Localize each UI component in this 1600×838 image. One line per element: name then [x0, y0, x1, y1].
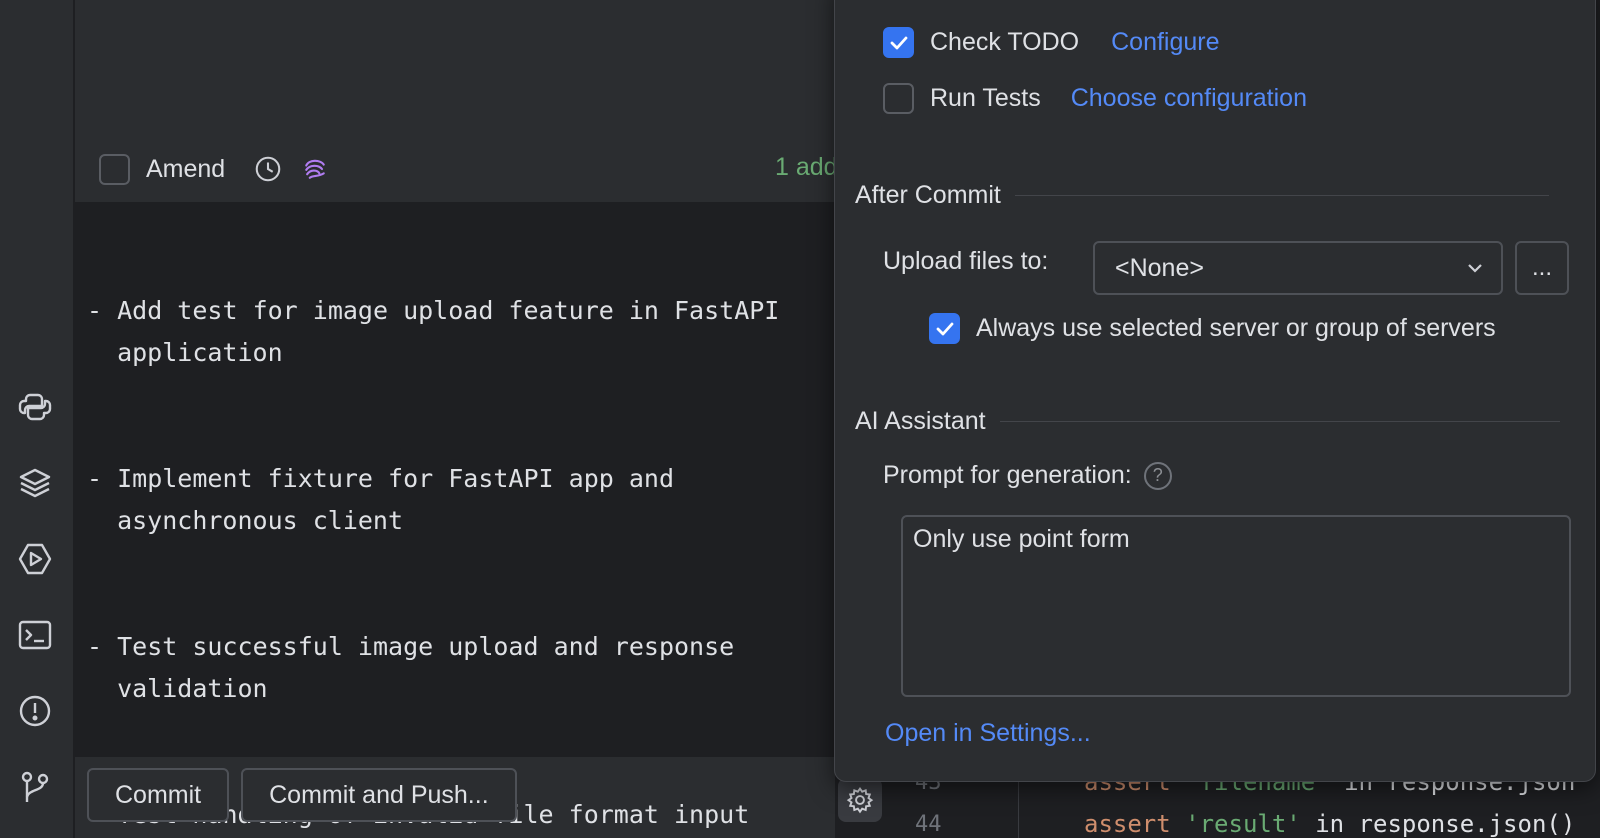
- upload-server-select[interactable]: <None>: [1093, 241, 1503, 295]
- commit-message-line: - Add test for image upload feature in F…: [87, 296, 780, 367]
- prompt-label: Prompt for generation:: [883, 461, 1132, 489]
- always-use-checkbox[interactable]: [929, 313, 960, 344]
- commit-panel: Amend 1 add - Add test for image upload …: [75, 0, 838, 838]
- ai-assistant-title: AI Assistant: [855, 407, 986, 435]
- changes-count[interactable]: 1 add: [775, 153, 838, 182]
- commit-and-push-button[interactable]: Commit and Push...: [241, 768, 517, 822]
- configure-link[interactable]: Configure: [1111, 28, 1219, 57]
- amend-row: Amend: [99, 152, 331, 186]
- commit-options-gear-button[interactable]: [838, 778, 882, 822]
- help-icon[interactable]: ?: [1143, 461, 1172, 490]
- run-tests-label: Run Tests: [930, 84, 1041, 112]
- amend-label: Amend: [146, 154, 226, 183]
- upload-files-label: Upload files to:: [883, 247, 1049, 275]
- commit-buttons: Commit Commit and Push...: [87, 768, 517, 822]
- upload-files-label-row: Upload files to:: [883, 247, 1048, 276]
- open-settings-row: Open in Settings...: [885, 719, 1091, 748]
- prompt-textarea[interactable]: Only use point form: [901, 515, 1571, 697]
- check-todo-row: Check TODO Configure: [883, 27, 1220, 58]
- prompt-label-row: Prompt for generation: ?: [883, 461, 1172, 490]
- check-todo-checkbox[interactable]: [883, 27, 914, 58]
- checkmark-icon: [890, 36, 907, 49]
- browse-servers-button[interactable]: ...: [1515, 241, 1569, 295]
- problems-icon[interactable]: [15, 691, 55, 731]
- section-divider: [1014, 195, 1549, 196]
- upload-server-value: <None>: [1115, 253, 1204, 282]
- chevron-down-icon: [1468, 264, 1482, 273]
- amend-checkbox[interactable]: [99, 153, 130, 185]
- code-keyword: assert: [1084, 810, 1171, 838]
- python-console-icon[interactable]: [15, 387, 55, 427]
- code-string: 'result': [1170, 810, 1301, 838]
- check-todo-label: Check TODO: [930, 28, 1080, 56]
- commit-button[interactable]: Commit: [87, 768, 230, 822]
- always-use-row: Always use selected server or group of s…: [929, 313, 1496, 344]
- git-branch-icon[interactable]: [15, 767, 55, 807]
- open-in-settings-link[interactable]: Open in Settings...: [885, 719, 1091, 748]
- terminal-icon[interactable]: [15, 615, 55, 655]
- gear-icon: [846, 786, 874, 814]
- after-commit-title: After Commit: [855, 181, 1001, 209]
- run-icon[interactable]: [15, 539, 55, 579]
- ai-generate-message-icon[interactable]: [299, 153, 331, 185]
- tool-window-strip: [0, 0, 74, 838]
- line-number: 44: [915, 812, 942, 837]
- run-tests-checkbox[interactable]: [883, 83, 914, 114]
- checkmark-icon: [936, 322, 953, 335]
- code-line: assert 'result' in response.json(): [1084, 810, 1575, 838]
- commit-options-popup: Check TODO Configure Run Tests Choose co…: [834, 0, 1596, 782]
- layers-icon[interactable]: [15, 463, 55, 503]
- ai-assistant-section: AI Assistant: [855, 407, 1560, 436]
- commit-toolbar: Amend 1 add: [75, 0, 838, 202]
- commit-message-editor[interactable]: - Add test for image upload feature in F…: [75, 202, 835, 829]
- code-text: in response.json(): [1300, 810, 1576, 838]
- run-tests-row: Run Tests Choose configuration: [883, 83, 1307, 114]
- always-use-label: Always use selected server or group of s…: [976, 314, 1496, 342]
- commit-message-line: - Test successful image upload and respo…: [87, 632, 735, 703]
- history-icon[interactable]: [251, 152, 285, 186]
- choose-configuration-link[interactable]: Choose configuration: [1071, 84, 1307, 113]
- commit-message-line: - Implement fixture for FastAPI app and …: [87, 464, 674, 535]
- after-commit-section: After Commit: [855, 181, 1549, 210]
- section-divider: [999, 421, 1560, 422]
